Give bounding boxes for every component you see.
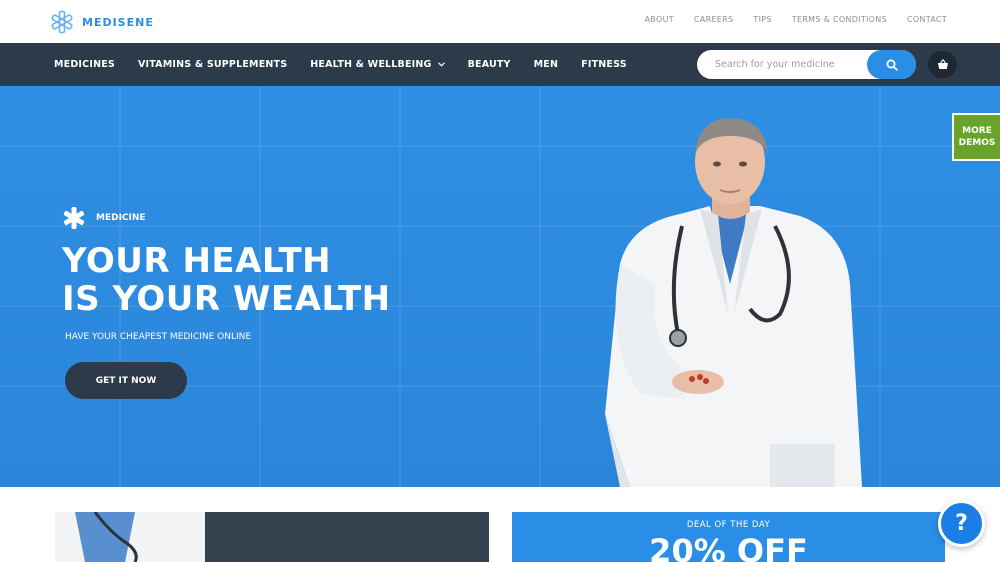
deal-value: 20% OFF (649, 532, 808, 562)
top-link-contact[interactable]: CONTACT (907, 15, 947, 24)
nav-item-medicines[interactable]: MEDICINES (54, 59, 115, 70)
cart-button[interactable] (928, 51, 957, 78)
medical-asterisk-icon (51, 10, 73, 34)
nav-item-label: MEN (533, 59, 559, 70)
hero-tag: MEDICINE (62, 206, 146, 230)
promo-card-image[interactable] (55, 512, 489, 562)
logo[interactable]: MEDISENE (50, 10, 154, 34)
search-input[interactable] (715, 57, 865, 72)
top-link-tips[interactable]: TIPS (753, 15, 771, 24)
nav-item-men[interactable]: MEN (534, 59, 559, 70)
search-icon (886, 59, 898, 71)
medical-asterisk-icon (63, 207, 85, 229)
chevron-down-icon (437, 62, 445, 67)
nav-item-label: FITNESS (581, 59, 627, 70)
promo-section: DEAL OF THE DAY 20% OFF (0, 487, 1000, 562)
basket-icon (937, 59, 948, 69)
nav-item-label: VITAMINS & SUPPLEMENTS (137, 59, 288, 70)
search-button[interactable] (867, 50, 916, 79)
brand-name: MEDISENE (82, 15, 154, 29)
top-links: ABOUT CAREERS TIPS TERMS & CONDITIONS CO… (645, 15, 947, 24)
hero-title: YOUR HEALTH IS YOUR WEALTH (62, 242, 391, 318)
top-link-careers[interactable]: CAREERS (694, 15, 733, 24)
nav-item-label: BEAUTY (467, 59, 511, 70)
nav-item-fitness[interactable]: FITNESS (581, 59, 627, 70)
help-button[interactable]: ? (938, 500, 985, 547)
nav-item-vitamins[interactable]: VITAMINS & SUPPLEMENTS (138, 59, 287, 70)
nav-item-label: MEDICINES (54, 59, 115, 70)
more-demos-line-1: MORE (962, 126, 992, 136)
get-it-now-button[interactable]: GET IT NOW (65, 362, 187, 399)
hero-subtitle: HAVE YOUR CHEAPEST MEDICINE ONLINE (65, 332, 252, 342)
search-box (697, 50, 916, 79)
top-bar: MEDISENE ABOUT CAREERS TIPS TERMS & COND… (0, 0, 1000, 43)
more-demos-button[interactable]: MORE DEMOS (952, 113, 1000, 161)
hero-tag-label: MEDICINE (96, 213, 146, 223)
hero-title-line-2: IS YOUR WEALTH (62, 279, 391, 319)
hero-title-line-1: YOUR HEALTH (62, 241, 332, 281)
top-link-terms[interactable]: TERMS & CONDITIONS (792, 15, 887, 24)
doctor-image (55, 512, 489, 562)
doctor-image (605, 118, 862, 487)
nav-item-health-wellbeing[interactable]: HEALTH & WELLBEING (310, 59, 445, 70)
deal-card[interactable]: DEAL OF THE DAY 20% OFF (512, 512, 945, 562)
more-demos-line-2: DEMOS (958, 138, 996, 148)
deal-label: DEAL OF THE DAY (686, 520, 771, 530)
nav-item-beauty[interactable]: BEAUTY (468, 59, 511, 70)
hero-banner: MEDICINE YOUR HEALTH IS YOUR WEALTH HAVE… (0, 86, 1000, 487)
nav-item-label: HEALTH & WELLBEING (310, 59, 432, 70)
top-link-about[interactable]: ABOUT (645, 15, 674, 24)
